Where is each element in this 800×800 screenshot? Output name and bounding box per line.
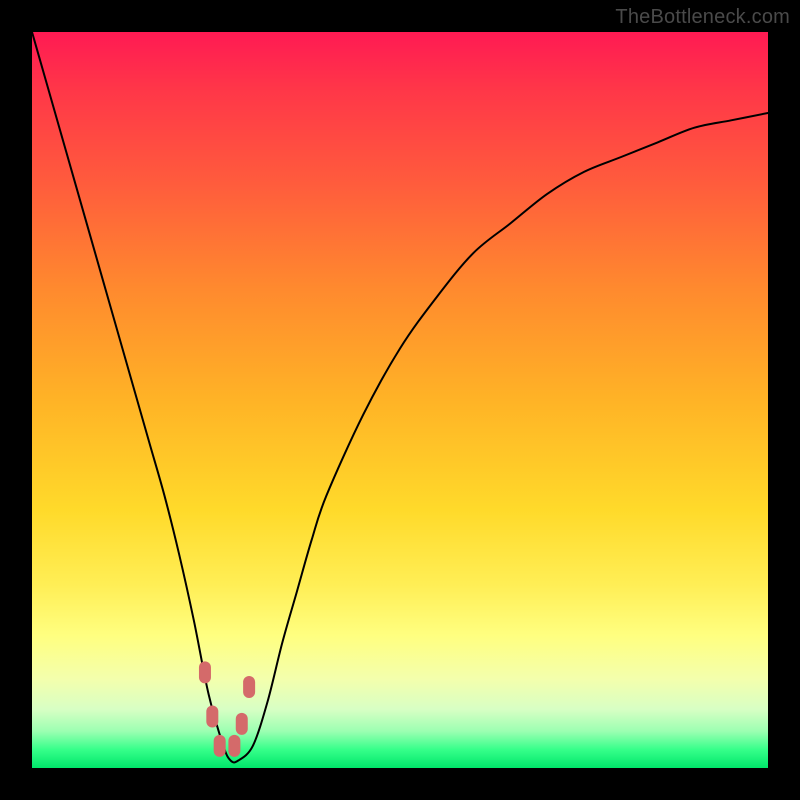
trough-marker	[206, 705, 218, 727]
trough-markers	[199, 661, 255, 757]
plot-area	[32, 32, 768, 768]
curve-layer	[32, 32, 768, 768]
chart-frame: TheBottleneck.com	[0, 0, 800, 800]
trough-marker	[214, 735, 226, 757]
trough-marker	[199, 661, 211, 683]
watermark-text: TheBottleneck.com	[615, 6, 790, 29]
trough-marker	[243, 676, 255, 698]
trough-marker	[228, 735, 240, 757]
bottleneck-curve	[32, 32, 768, 762]
trough-marker	[236, 713, 248, 735]
